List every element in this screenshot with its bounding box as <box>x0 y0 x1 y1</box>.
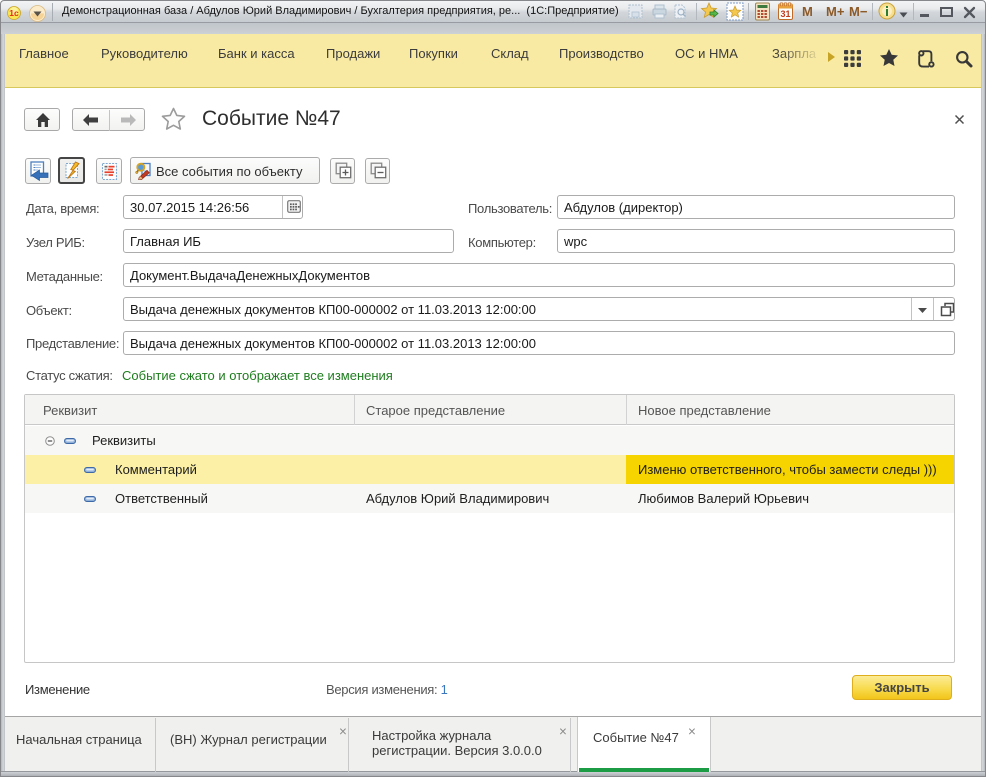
svg-text:31: 31 <box>780 9 790 19</box>
svg-text:1с: 1с <box>9 8 19 18</box>
